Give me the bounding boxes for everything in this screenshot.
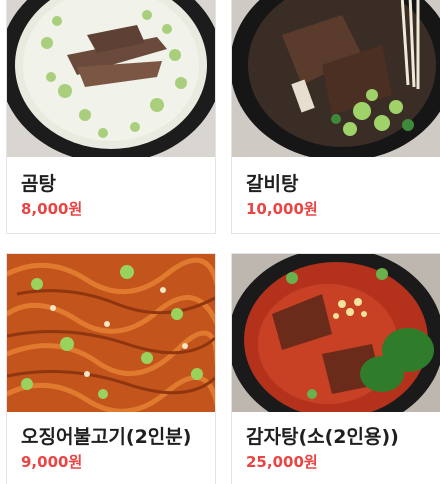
menu-card-galbitang[interactable]: 갈비탕 10,000원 — [231, 0, 440, 234]
menu-grid: 곰탕 8,000원 갈비탕 10,000원 오징어불고기(2인분) 9,000원… — [0, 0, 440, 484]
menu-card-info: 감자탕(소(2인용)) 25,000원 — [232, 412, 440, 472]
menu-item-name: 갈비탕 — [246, 173, 299, 195]
menu-card-info: 오징어불고기(2인분) 9,000원 — [7, 412, 215, 472]
menu-card-ojingeo-bulgogi[interactable]: 오징어불고기(2인분) 9,000원 — [6, 253, 216, 484]
menu-item-name: 오징어불고기(2인분) — [21, 426, 192, 448]
menu-item-price: 8,000원 — [21, 200, 83, 218]
gamjatang-photo[interactable] — [232, 254, 440, 412]
menu-card-gamjatang[interactable]: 감자탕(소(2인용)) 25,000원 — [231, 253, 440, 484]
menu-card-info: 갈비탕 10,000원 — [232, 157, 440, 219]
menu-card-info: 곰탕 8,000원 — [7, 157, 215, 219]
menu-item-price: 9,000원 — [21, 453, 83, 471]
menu-item-name: 감자탕(소(2인용)) — [246, 426, 399, 448]
menu-item-price: 25,000원 — [246, 453, 318, 471]
gomtang-photo[interactable] — [7, 0, 215, 157]
menu-item-price: 10,000원 — [246, 200, 318, 218]
galbitang-photo[interactable] — [232, 0, 440, 157]
menu-card-gomtang[interactable]: 곰탕 8,000원 — [6, 0, 216, 234]
ojingeo-bulgogi-photo[interactable] — [7, 254, 215, 412]
menu-item-name: 곰탕 — [21, 173, 56, 195]
